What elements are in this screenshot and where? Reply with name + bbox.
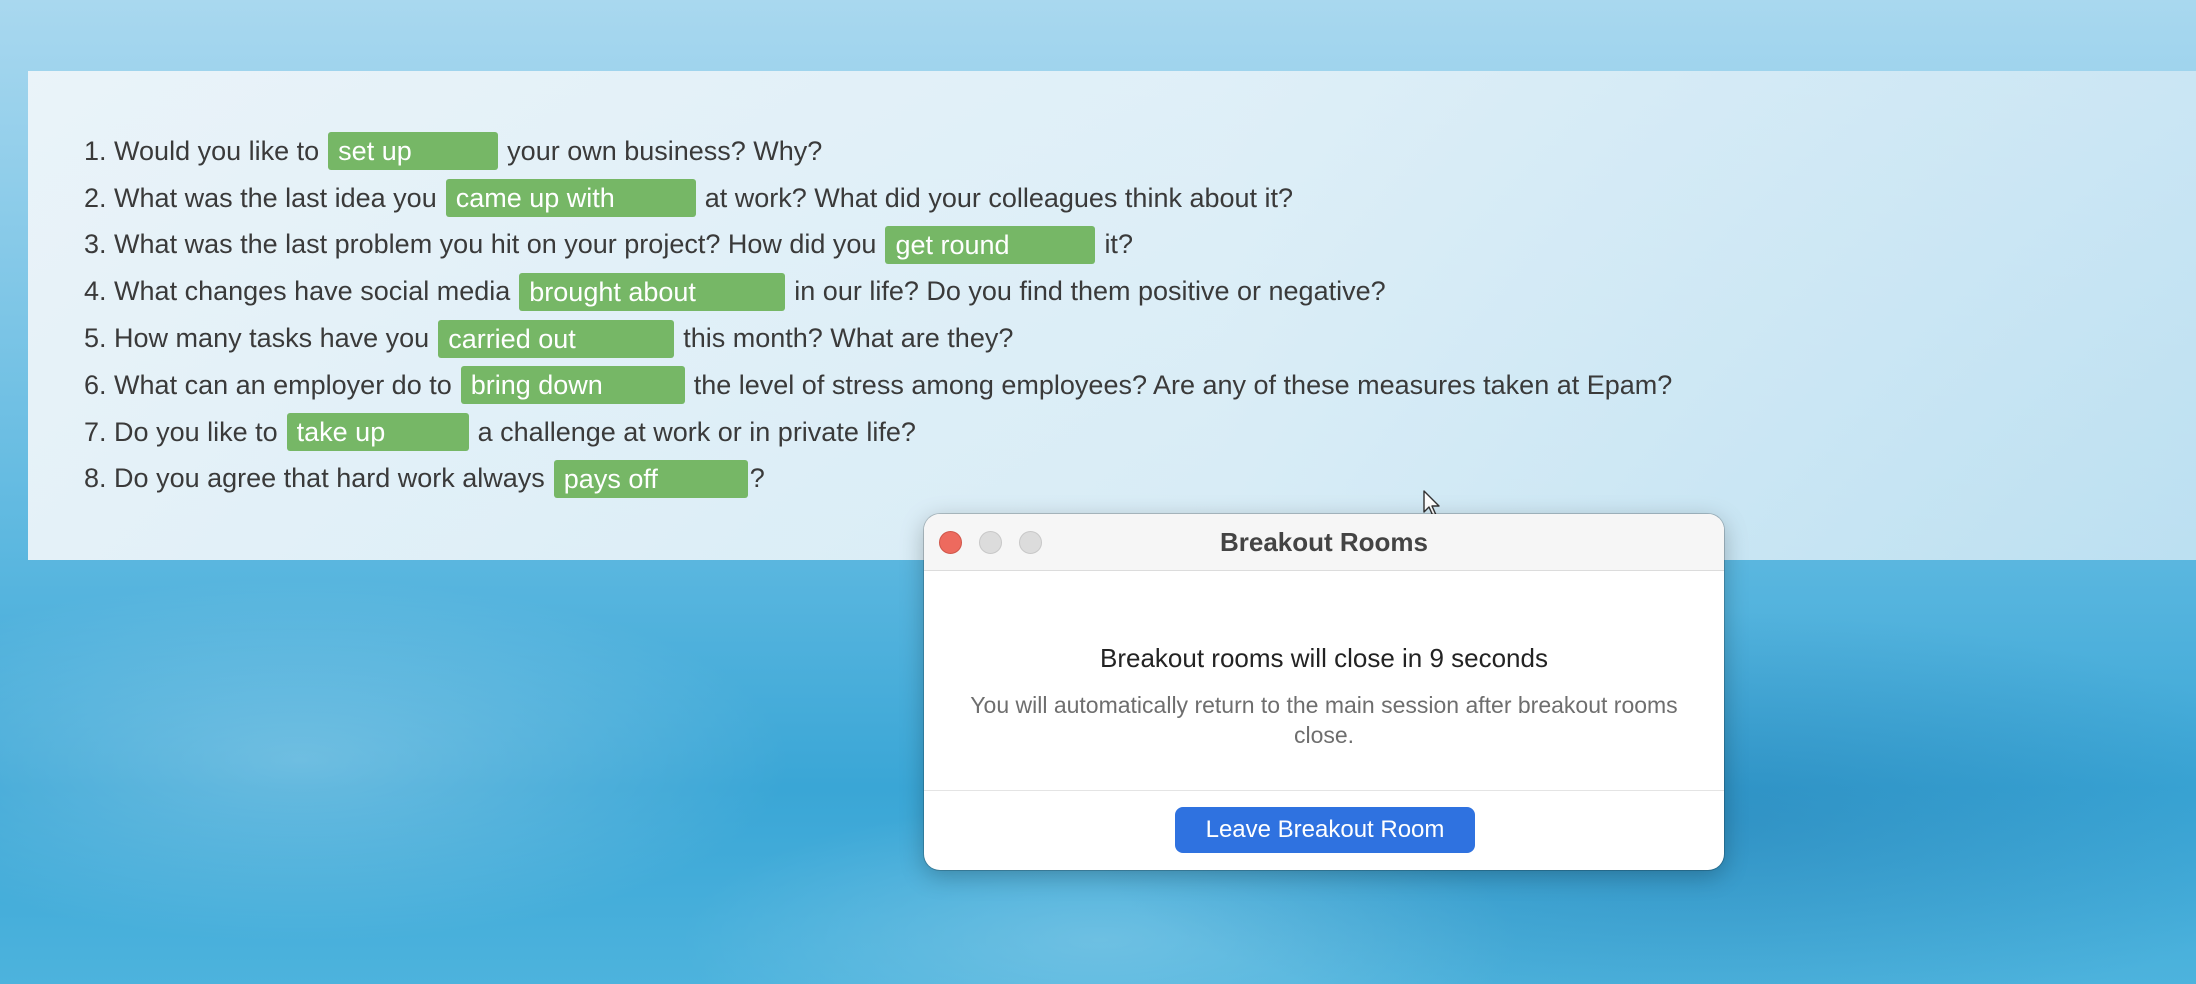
question-number: 3. (84, 229, 107, 260)
question-text: this month? What are they? (683, 323, 1014, 354)
question-text: your own business? Why? (507, 135, 823, 166)
answer-box: pays off (553, 459, 748, 498)
question-text: What changes have social media (114, 276, 511, 307)
question-text: What was the last idea you (114, 182, 437, 213)
leave-breakout-room-button[interactable]: Leave Breakout Room (1175, 807, 1475, 853)
question-item: 2. What was the last idea you came up wi… (84, 175, 1672, 222)
question-number: 7. (84, 416, 107, 447)
answer-box: brought about (519, 272, 786, 311)
question-number: 2. (84, 182, 107, 213)
question-text: ? (749, 463, 765, 494)
countdown-heading: Breakout rooms will close in 9 seconds (1100, 643, 1548, 673)
question-text: What was the last problem you hit on you… (114, 229, 877, 260)
question-item: 7. Do you like to take up a challenge at… (84, 409, 1672, 456)
question-text: the level of stress among employees? Are… (693, 369, 1673, 400)
question-list: 1. Would you like to set up your own bus… (84, 128, 1672, 502)
answer-box: get round (885, 225, 1096, 264)
dialog-divider (924, 790, 1724, 791)
question-item: 4. What changes have social media brough… (84, 268, 1672, 315)
question-item: 5. How many tasks have you carried out t… (84, 315, 1672, 362)
question-text: Do you like to (114, 416, 278, 447)
answer-box: set up (328, 132, 499, 171)
question-number: 5. (84, 323, 107, 354)
breakout-rooms-dialog: Breakout Rooms Breakout rooms will close… (924, 514, 1724, 870)
question-text: it? (1104, 229, 1133, 260)
question-text: What can an employer do to (114, 369, 452, 400)
question-text: in our life? Do you find them positive o… (794, 276, 1386, 307)
question-text: at work? What did your colleagues think … (704, 182, 1294, 213)
answer-box: bring down (460, 366, 685, 405)
question-item: 3. What was the last problem you hit on … (84, 222, 1672, 269)
question-item: 6. What can an employer do to bring down… (84, 362, 1672, 409)
question-item: 1. Would you like to set up your own bus… (84, 128, 1672, 175)
dialog-title: Breakout Rooms (1219, 527, 1429, 557)
question-text: Would you like to (114, 135, 320, 166)
question-number: 6. (84, 369, 107, 400)
dialog-message: You will automatically return to the mai… (970, 692, 1678, 748)
question-number: 8. (84, 463, 107, 494)
dialog-body: Breakout rooms will close in 9 seconds Y… (924, 571, 1724, 750)
answer-box: take up (286, 413, 469, 452)
answer-box: carried out (438, 319, 675, 358)
question-text: a challenge at work or in private life? (477, 416, 916, 447)
question-text: How many tasks have you (114, 323, 430, 354)
answer-box: came up with (445, 179, 696, 218)
question-text: Do you agree that hard work always (114, 463, 545, 494)
question-number: 4. (84, 276, 107, 307)
dialog-titlebar: Breakout Rooms (924, 514, 1724, 571)
question-number: 1. (84, 135, 107, 166)
